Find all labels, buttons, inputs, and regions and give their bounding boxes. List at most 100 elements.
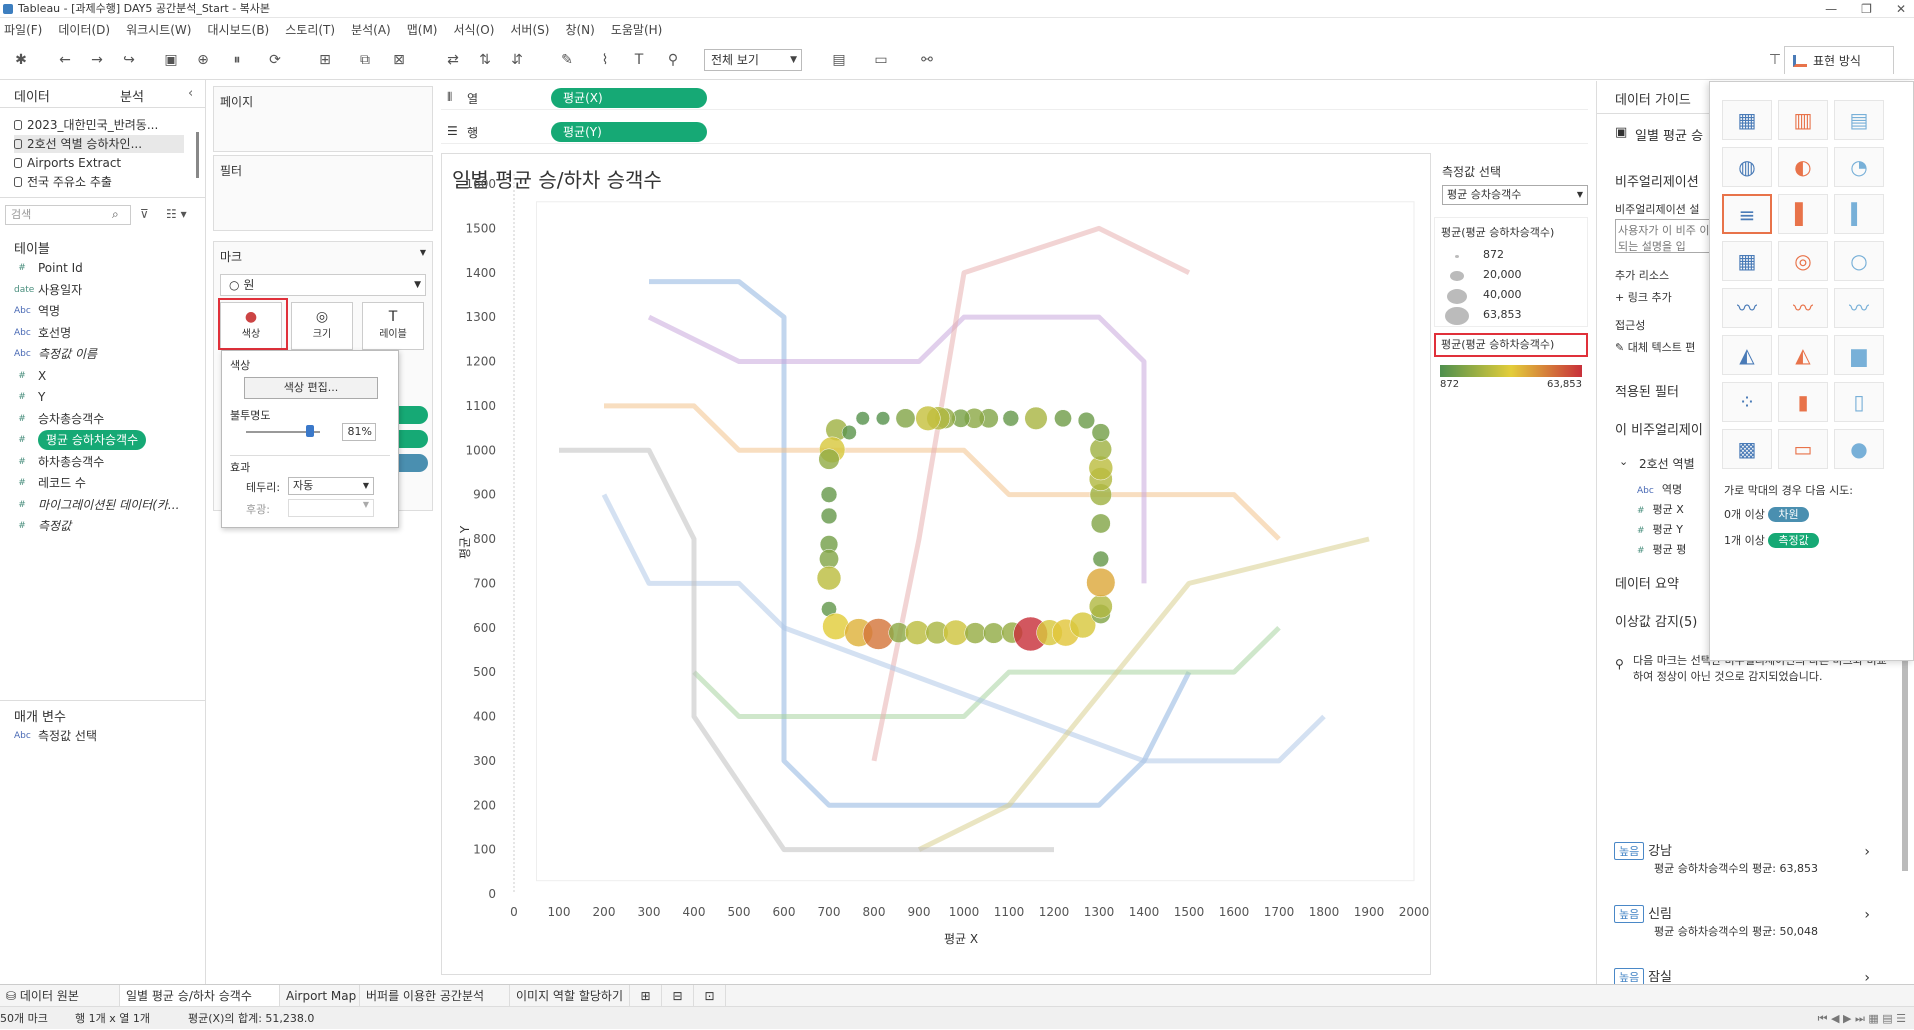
redo-icon[interactable]: → [84, 48, 110, 72]
new-worksheet-icon[interactable]: ⊞ [312, 48, 338, 72]
rows-pill[interactable]: 평균(Y) [551, 122, 707, 142]
close-icon[interactable]: ✕ [1896, 0, 1906, 18]
datasource-item[interactable]: 2023_대한민국_반려동... [14, 116, 158, 134]
view-controls-icon[interactable]: ⏮ ◀ ▶ ⏭ ▦ ▤ ☰ [1818, 1007, 1906, 1030]
data-point[interactable] [1089, 438, 1112, 461]
datasource-item[interactable]: Airports Extract [14, 154, 121, 172]
data-point[interactable] [1024, 406, 1048, 430]
opacity-value-field[interactable]: 81% [342, 423, 376, 441]
view-size-dropdown[interactable]: 전체 보기 ▼ [704, 49, 802, 71]
undo-icon[interactable]: ← [52, 48, 78, 72]
pause-updates-icon[interactable]: ⏸ [224, 48, 250, 72]
field-item[interactable]: # 레코드 수 [14, 473, 86, 493]
menu-item[interactable]: 도움말(H) [611, 21, 663, 38]
param-item[interactable]: Abc 측정값 선택 [14, 726, 97, 746]
chart-type-thumb[interactable]: ▯ [1834, 382, 1884, 422]
chart-type-thumb[interactable]: 〰 [1722, 288, 1772, 328]
datasource-scrollbar[interactable] [196, 132, 199, 178]
chevron-down-icon[interactable]: ⌄ [1619, 455, 1628, 468]
data-point[interactable] [818, 448, 840, 470]
presentation-mode-icon[interactable]: ▭ [868, 48, 894, 72]
chart-type-thumb[interactable]: ◍ [1722, 147, 1772, 187]
datasource-item[interactable]: 전국 주유소 추출 [14, 173, 112, 191]
chart-type-thumb[interactable]: ▦ [1722, 100, 1772, 140]
field-item[interactable]: # X [14, 366, 46, 386]
field-item[interactable]: date 사용일자 [14, 280, 82, 300]
replay-icon[interactable]: ↪ [116, 48, 142, 72]
sheet-tab[interactable]: 버퍼를 이용한 공간분석 [360, 985, 510, 1007]
sheet-tab[interactable]: Airport Map [280, 985, 360, 1007]
sheet-tab[interactable]: 일별 평균 승/하차 승객수 [120, 985, 280, 1007]
duplicate-sheet-icon[interactable]: ⧉ [352, 48, 378, 72]
size-button[interactable]: ◎ 크기 [291, 302, 353, 350]
chart-type-thumb[interactable]: ⁘ [1722, 382, 1772, 422]
size-legend-item[interactable]: 63,853 [1443, 306, 1583, 326]
menu-item[interactable]: 분석(A) [351, 21, 391, 38]
label-button[interactable]: T 레이블 [362, 302, 424, 350]
chart-type-thumb[interactable]: ▥ [1778, 100, 1828, 140]
chart-type-thumb[interactable]: 〰 [1834, 288, 1884, 328]
field-item[interactable]: # 하차총승객수 [14, 452, 104, 472]
columns-shelf[interactable]: ⦀ 열 평균(X) [441, 86, 1588, 110]
size-legend-item[interactable]: 20,000 [1443, 266, 1583, 286]
show-me-button[interactable]: 표현 방식 [1784, 46, 1894, 74]
tab-data[interactable]: 데이터 [14, 86, 50, 105]
field-item[interactable]: # Y [14, 387, 45, 407]
menu-item[interactable]: 서버(S) [510, 21, 549, 38]
chart-type-thumb[interactable]: ▆ [1834, 335, 1884, 375]
menu-item[interactable]: 워크시트(W) [126, 21, 191, 38]
tableau-logo-icon[interactable]: ✱ [8, 48, 34, 72]
tab-analysis[interactable]: 분석 [120, 86, 144, 105]
marks-menu-icon[interactable]: ▼ [420, 248, 426, 257]
menu-item[interactable]: 맵(M) [407, 21, 438, 38]
field-item[interactable]: Abc 호선명 [14, 323, 71, 343]
field-item[interactable]: # 측정값 [14, 516, 71, 536]
data-point[interactable] [841, 424, 857, 441]
pages-shelf[interactable]: 페이지 [213, 86, 433, 152]
fix-axes-icon[interactable]: ⚲ [660, 48, 686, 72]
chart-type-thumb[interactable]: ◔ [1834, 147, 1884, 187]
menu-item[interactable]: 서식(O) [454, 21, 495, 38]
sort-descending-icon[interactable]: ⇵ [504, 48, 530, 72]
data-point[interactable] [1088, 594, 1113, 619]
field-item[interactable]: Abc 역명 [14, 301, 60, 321]
new-datasource-icon[interactable]: ⊕ [190, 48, 216, 72]
field-item[interactable]: Abc 측정값 이름 [14, 344, 97, 364]
data-point[interactable] [1054, 409, 1072, 428]
data-point[interactable] [819, 549, 839, 569]
data-point[interactable] [1086, 567, 1116, 598]
view-options-icon[interactable]: ☷ ▾ [166, 207, 187, 221]
new-dashboard-icon[interactable]: ⊟ [662, 985, 694, 1007]
chart-type-thumb[interactable]: ▩ [1722, 429, 1772, 469]
chart-type-thumb[interactable]: ● [1834, 429, 1884, 469]
add-link-button[interactable]: + 링크 추가 [1615, 289, 1672, 305]
chart-type-thumb[interactable]: ▍ [1834, 194, 1884, 234]
data-point[interactable] [1090, 513, 1111, 534]
menu-item[interactable]: 파일(F) [4, 21, 42, 38]
restore-icon[interactable]: ❐ [1861, 0, 1872, 18]
chart-type-thumb[interactable]: ◭ [1722, 335, 1772, 375]
field-item[interactable]: # Point Id [14, 258, 83, 278]
filters-shelf[interactable]: 필터 [213, 155, 433, 231]
show-cards-icon[interactable]: ▤ [826, 48, 852, 72]
data-point[interactable] [983, 622, 1005, 644]
save-icon[interactable]: ▣ [158, 48, 184, 72]
data-point[interactable] [1091, 423, 1110, 442]
outlier-item[interactable]: 높음 잠실 › [1614, 966, 1874, 986]
data-point[interactable] [855, 411, 870, 426]
data-point[interactable] [895, 408, 916, 429]
sheet-tab[interactable]: 이미지 역할 할당하기 [510, 985, 630, 1007]
chart-type-thumb[interactable]: ≡ [1722, 194, 1772, 234]
border-dropdown[interactable]: 자동 ▼ [288, 477, 374, 495]
filter-icon[interactable]: ⊽ [140, 207, 149, 221]
outlier-item[interactable]: 높음 강남 평균 승하차승객수의 평균: 63,853 › [1614, 840, 1874, 876]
new-story-icon[interactable]: ⊡ [694, 985, 726, 1007]
chart-type-thumb[interactable]: ◎ [1778, 241, 1828, 281]
field-item[interactable]: # 승차총승객수 [14, 409, 104, 429]
rows-shelf[interactable]: ☰ 행 평균(Y) [441, 120, 1588, 144]
sort-ascending-icon[interactable]: ⇅ [472, 48, 498, 72]
chart-type-thumb[interactable]: ▦ [1722, 241, 1772, 281]
data-point[interactable] [1092, 550, 1110, 568]
menu-item[interactable]: 창(N) [565, 21, 594, 38]
columns-pill[interactable]: 평균(X) [551, 88, 707, 108]
